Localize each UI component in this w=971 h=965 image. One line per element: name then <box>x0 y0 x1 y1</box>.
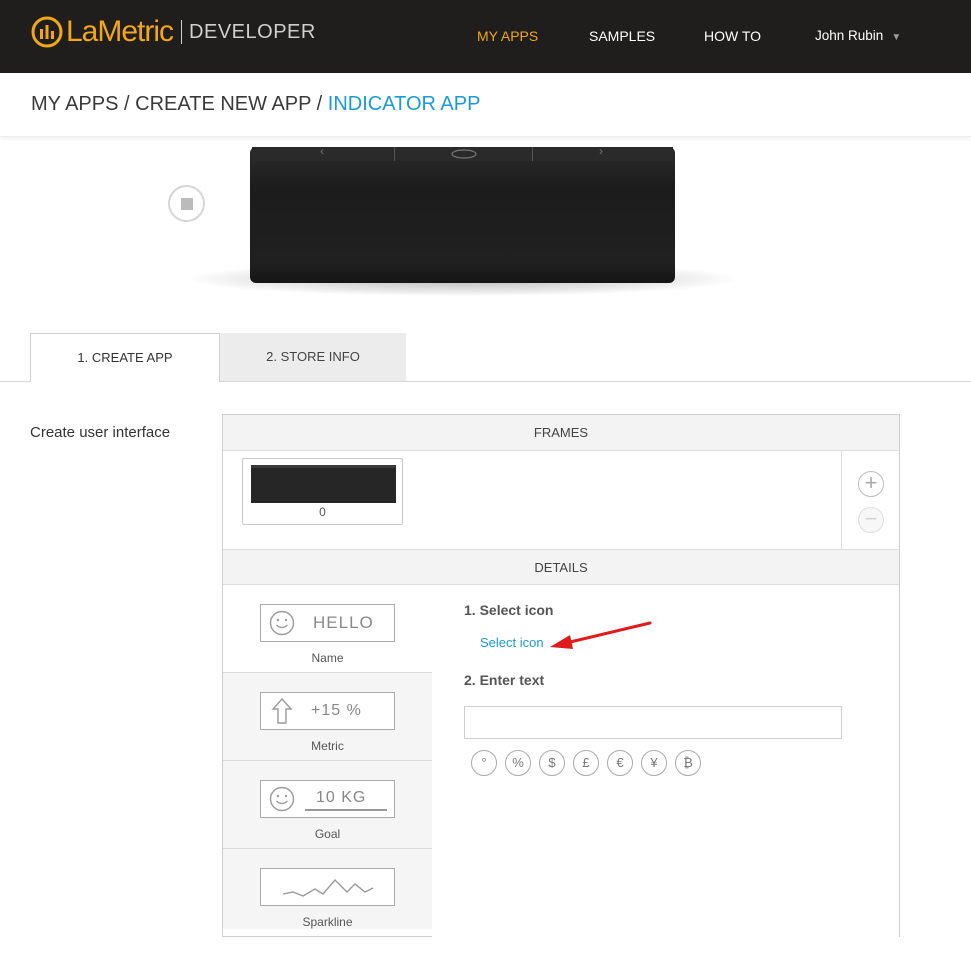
template-sparkline[interactable]: Sparkline <box>223 849 432 929</box>
template-label: Metric <box>311 739 344 753</box>
details-form: 1. Select icon Select icon 2. Enter text… <box>432 585 899 937</box>
caret-down-icon: ▼ <box>891 32 902 43</box>
template-list: HELLO Name +15 % Metric 10 KG Goal Spark… <box>223 585 432 929</box>
template-goal-preview: 10 KG <box>260 780 395 818</box>
stop-preview-button[interactable] <box>168 185 205 222</box>
step-enter-text-label: 2. Enter text <box>464 672 545 688</box>
arrow-up-icon <box>271 697 293 724</box>
add-frame-button[interactable]: + <box>858 471 884 497</box>
smiley-icon <box>269 786 295 812</box>
symbol-percent-button[interactable]: % <box>505 750 531 776</box>
step-select-icon-label: 1. Select icon <box>464 602 554 618</box>
device-top-buttons: ‹ › <box>252 144 673 161</box>
remove-frame-button[interactable]: − <box>858 507 884 533</box>
symbol-degree-button[interactable]: ° <box>471 750 497 776</box>
breadcrumb-my-apps[interactable]: MY APPS <box>31 93 118 115</box>
breadcrumb-separator: / <box>316 93 323 115</box>
minus-icon: − <box>864 506 878 531</box>
breadcrumb-separator: / <box>124 93 130 115</box>
frame-index: 0 <box>319 505 326 519</box>
tab-store-info[interactable]: 2. STORE INFO <box>220 333 406 381</box>
frame-screen-preview <box>251 465 396 503</box>
template-label: Sparkline <box>302 915 353 929</box>
logo-text: LaMetric <box>66 15 174 48</box>
breadcrumb-create-new-app[interactable]: CREATE NEW APP <box>135 93 311 115</box>
stop-icon <box>181 198 193 210</box>
template-name[interactable]: HELLO Name <box>223 585 432 673</box>
section-label: Create user interface <box>30 424 171 441</box>
symbol-pound-button[interactable]: £ <box>573 750 599 776</box>
user-menu[interactable]: John Rubin ▼ <box>815 28 901 43</box>
template-sparkline-preview <box>260 868 395 906</box>
symbol-bitcoin-button[interactable]: ₿ <box>675 750 701 776</box>
nav-my-apps[interactable]: MY APPS <box>477 28 538 44</box>
tab-create-app[interactable]: 1. CREATE APP <box>30 333 220 382</box>
template-preview-text: HELLO <box>313 613 374 632</box>
template-preview-text: 10 KG <box>316 789 367 806</box>
lametric-logo[interactable]: LaMetric DEVELOPER <box>30 14 316 50</box>
template-goal[interactable]: 10 KG Goal <box>223 761 432 849</box>
logo-divider <box>181 20 183 44</box>
device-left-button: ‹ <box>252 144 394 161</box>
frames-header: FRAMES <box>223 415 899 451</box>
template-metric-preview: +15 % <box>260 692 395 730</box>
device-preview <box>250 147 675 283</box>
frame-text-input[interactable] <box>464 706 842 739</box>
logo-subtitle: DEVELOPER <box>189 20 316 43</box>
select-icon-link[interactable]: Select icon <box>480 635 544 650</box>
goal-progress-line <box>305 809 387 811</box>
template-name-preview: HELLO <box>260 604 395 642</box>
top-navbar: LaMetric DEVELOPER MY APPS SAMPLES HOW T… <box>0 0 971 73</box>
details-header: DETAILS <box>223 549 899 585</box>
lametric-logo-icon <box>31 16 63 48</box>
device-right-button: › <box>532 144 673 161</box>
template-preview-text: +15 % <box>311 702 362 719</box>
chevron-left-icon: ‹ <box>320 144 324 158</box>
symbol-dollar-button[interactable]: $ <box>539 750 565 776</box>
breadcrumb-current: INDICATOR APP <box>327 93 481 115</box>
frame-card[interactable]: 0 <box>242 458 403 525</box>
breadcrumb: MY APPS / CREATE NEW APP / INDICATOR APP <box>31 93 480 116</box>
device-center-button <box>394 147 532 161</box>
ring-icon <box>451 149 477 159</box>
plus-icon: + <box>864 470 878 495</box>
template-metric[interactable]: +15 % Metric <box>223 673 432 761</box>
symbol-euro-button[interactable]: € <box>607 750 633 776</box>
nav-how-to[interactable]: HOW TO <box>704 28 761 44</box>
red-arrow-annotation-icon <box>550 621 652 649</box>
sparkline-icon <box>282 878 374 897</box>
smiley-icon <box>269 610 295 636</box>
ui-editor-panel: FRAMES 0 + − DETAILS HELLO Name +15 % Me… <box>222 414 900 937</box>
nav-samples[interactable]: SAMPLES <box>589 28 655 44</box>
symbol-yen-button[interactable]: ¥ <box>641 750 667 776</box>
template-label: Goal <box>314 827 341 841</box>
chevron-right-icon: › <box>599 144 603 158</box>
frames-controls: + − <box>841 451 899 549</box>
template-label: Name <box>311 651 344 665</box>
user-name: John Rubin <box>815 28 884 43</box>
